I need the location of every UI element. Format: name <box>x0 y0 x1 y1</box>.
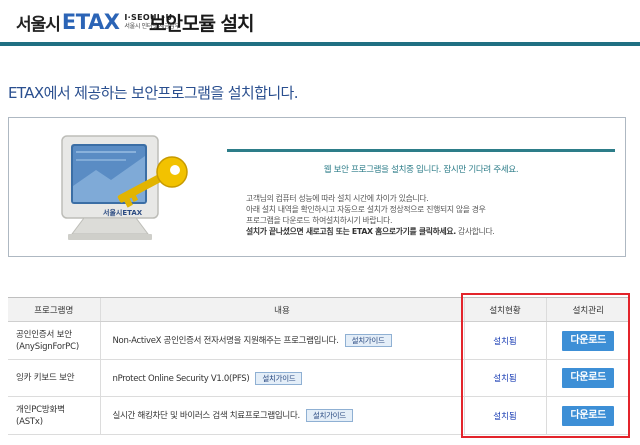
description-text: nProtect Online Security V1.0(PFS) <box>112 373 250 384</box>
install-banner: 서울시ETAX 웹 보안 프로그램을 설치중 입니다. 잠시만 기다려 주세요.… <box>8 117 626 257</box>
intro-heading: ETAX에서 제공하는 보안프로그램을 설치합니다. <box>8 84 298 102</box>
notice-thanks: 감사합니다. <box>455 227 495 236</box>
program-name-line: 개인PC방화벽 <box>16 404 65 415</box>
program-description: Non-ActiveX 공인인증서 전자서명을 지원해주는 프로그램입니다. 설치… <box>99 321 464 360</box>
program-name-code: (ASTx) <box>16 416 43 427</box>
header-program-name: 프로그램명 <box>8 297 100 322</box>
program-name: 잉카 키보드 보안 <box>8 359 100 397</box>
program-name: 공인인증서 보안 (AnySignForPC) <box>8 321 100 360</box>
install-status-link[interactable]: 설치됨 <box>493 337 516 347</box>
program-name: 개인PC방화벽 (ASTx) <box>8 396 100 435</box>
banner-accent-line <box>227 149 615 152</box>
notice-emphasis: 설치가 끝나셨으면 새로고침 또는 ETAX 홈으로가기를 클릭하세요. <box>246 227 456 236</box>
install-notice: 고객님의 컴퓨터 성능에 따라 설치 시간에 차이가 있습니다. 아래 설치 내… <box>246 193 616 237</box>
program-table-wrapper: 프로그램명 내용 설치현황 설치관리 공인인증서 보안 (AnySignForP… <box>8 297 633 435</box>
notice-line-1: 고객님의 컴퓨터 성능에 따라 설치 시간에 차이가 있습니다. <box>246 194 429 203</box>
table-header-row: 프로그램명 내용 설치현황 설치관리 <box>8 297 630 322</box>
page-title: 보안모듈 설치 <box>149 13 254 35</box>
program-name-line: 잉카 키보드 보안 <box>16 373 75 383</box>
install-status: 설치됨 <box>463 321 546 360</box>
program-name-line: 공인인증서 보안 <box>16 329 72 340</box>
monitor-label: 서울시ETAX <box>103 209 143 217</box>
install-guide-button[interactable]: 설치가이드 <box>344 334 392 347</box>
program-description: 실시간 해킹차단 및 바이러스 검색 치료프로그램입니다. 설치가이드 <box>99 396 464 435</box>
install-status-link[interactable]: 설치됨 <box>493 374 516 384</box>
program-description: nProtect Online Security V1.0(PFS) 설치가이드 <box>99 359 464 397</box>
table-row: 공인인증서 보안 (AnySignForPC) Non-ActiveX 공인인증… <box>8 321 630 360</box>
download-button[interactable]: 다운로드 <box>562 330 615 351</box>
install-manage: 다운로드 <box>545 396 630 435</box>
install-manage: 다운로드 <box>545 321 630 360</box>
description-text: Non-ActiveX 공인인증서 전자서명을 지원해주는 프로그램입니다. <box>112 336 339 346</box>
notice-line-2: 아래 설치 내역을 확인하시고 자동으로 설치가 정상적으로 진행되지 않을 경… <box>246 205 486 214</box>
notice-line-4: 설치가 끝나셨으면 새로고침 또는 ETAX 홈으로가기를 클릭하세요. 감사합… <box>246 226 616 237</box>
page-header: 서울시 ETAX I·SEOUL·U 서울시 인터넷 세금납부 보안모듈 설치 <box>0 0 640 46</box>
table-row: 개인PC방화벽 (ASTx) 실시간 해킹차단 및 바이러스 검색 치료프로그램… <box>8 396 630 435</box>
notice-line-3: 프로그램을 다운로드 하여설치하시기 바랍니다. <box>246 216 393 225</box>
table-row: 잉카 키보드 보안 nProtect Online Security V1.0(… <box>8 359 630 397</box>
install-status: 설치됨 <box>463 359 546 397</box>
install-guide-button[interactable]: 설치가이드 <box>255 371 303 385</box>
download-button[interactable]: 다운로드 <box>562 405 615 426</box>
logo-seoul-text: 서울시 <box>16 14 61 35</box>
header-divider <box>0 42 640 46</box>
description-text: 실시간 해킹차단 및 바이러스 검색 치료프로그램입니다. <box>112 411 301 421</box>
program-table: 프로그램명 내용 설치현황 설치관리 공인인증서 보안 (AnySignForP… <box>8 297 630 435</box>
header-description: 내용 <box>99 297 464 322</box>
program-name-code: (AnySignForPC) <box>16 341 79 352</box>
install-status-link[interactable]: 설치됨 <box>493 412 516 422</box>
install-guide-button[interactable]: 설치가이드 <box>305 409 353 422</box>
computer-key-illustration <box>61 135 188 240</box>
header-install-status: 설치현황 <box>463 297 546 322</box>
install-progress-text: 웹 보안 프로그램을 설치중 입니다. 잠시만 기다려 주세요. <box>323 165 519 175</box>
install-status: 설치됨 <box>463 396 546 435</box>
install-manage: 다운로드 <box>545 359 630 397</box>
logo-etax-text: ETAX <box>61 10 120 34</box>
download-button[interactable]: 다운로드 <box>562 368 615 388</box>
header-install-manage: 설치관리 <box>545 297 630 322</box>
